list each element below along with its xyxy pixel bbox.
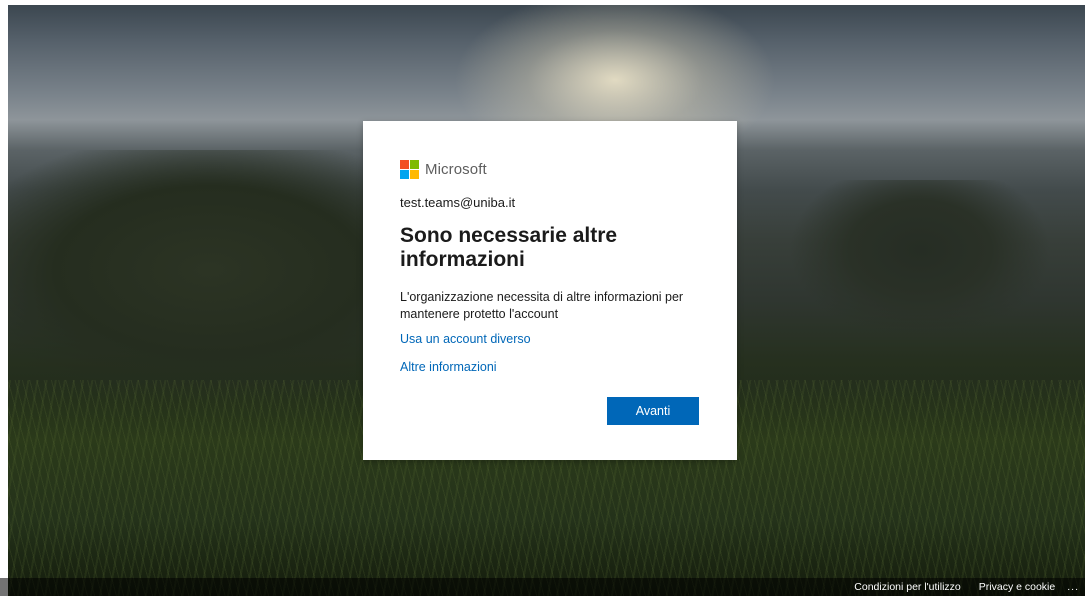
more-options-icon[interactable]: ... bbox=[1067, 581, 1079, 593]
logo-square-red bbox=[400, 159, 409, 169]
next-button[interactable]: Avanti bbox=[607, 397, 699, 425]
page-title: Sono necessarie altre informazioni bbox=[400, 224, 618, 271]
background-hills-left bbox=[0, 150, 420, 400]
microsoft-logo-icon bbox=[400, 159, 419, 179]
microsoft-logo: Microsoft bbox=[400, 159, 700, 179]
footer: Condizioni per l'utilizzo Privacy e cook… bbox=[0, 578, 1085, 596]
sign-in-card: Microsoft test.teams@uniba.it Sono neces… bbox=[363, 121, 737, 460]
screenshot-edge bbox=[0, 0, 1085, 5]
account-identifier: test.teams@uniba.it bbox=[400, 195, 516, 210]
sign-in-page: Microsoft test.teams@uniba.it Sono neces… bbox=[0, 0, 1085, 596]
logo-square-blue bbox=[400, 169, 409, 179]
logo-square-yellow bbox=[410, 169, 419, 179]
use-different-account-link[interactable]: Usa un account diverso bbox=[400, 332, 700, 346]
more-information-link[interactable]: Altre informazioni bbox=[400, 360, 700, 374]
terms-of-use-link[interactable]: Condizioni per l'utilizzo bbox=[854, 581, 960, 593]
description-text: L'organizzazione necessita di altre info… bbox=[400, 290, 684, 321]
logo-text: Microsoft bbox=[425, 160, 487, 178]
background-hills-right bbox=[780, 180, 1085, 380]
logo-square-green bbox=[410, 159, 419, 169]
screenshot-edge bbox=[0, 0, 8, 596]
privacy-cookies-link[interactable]: Privacy e cookie bbox=[979, 581, 1055, 593]
